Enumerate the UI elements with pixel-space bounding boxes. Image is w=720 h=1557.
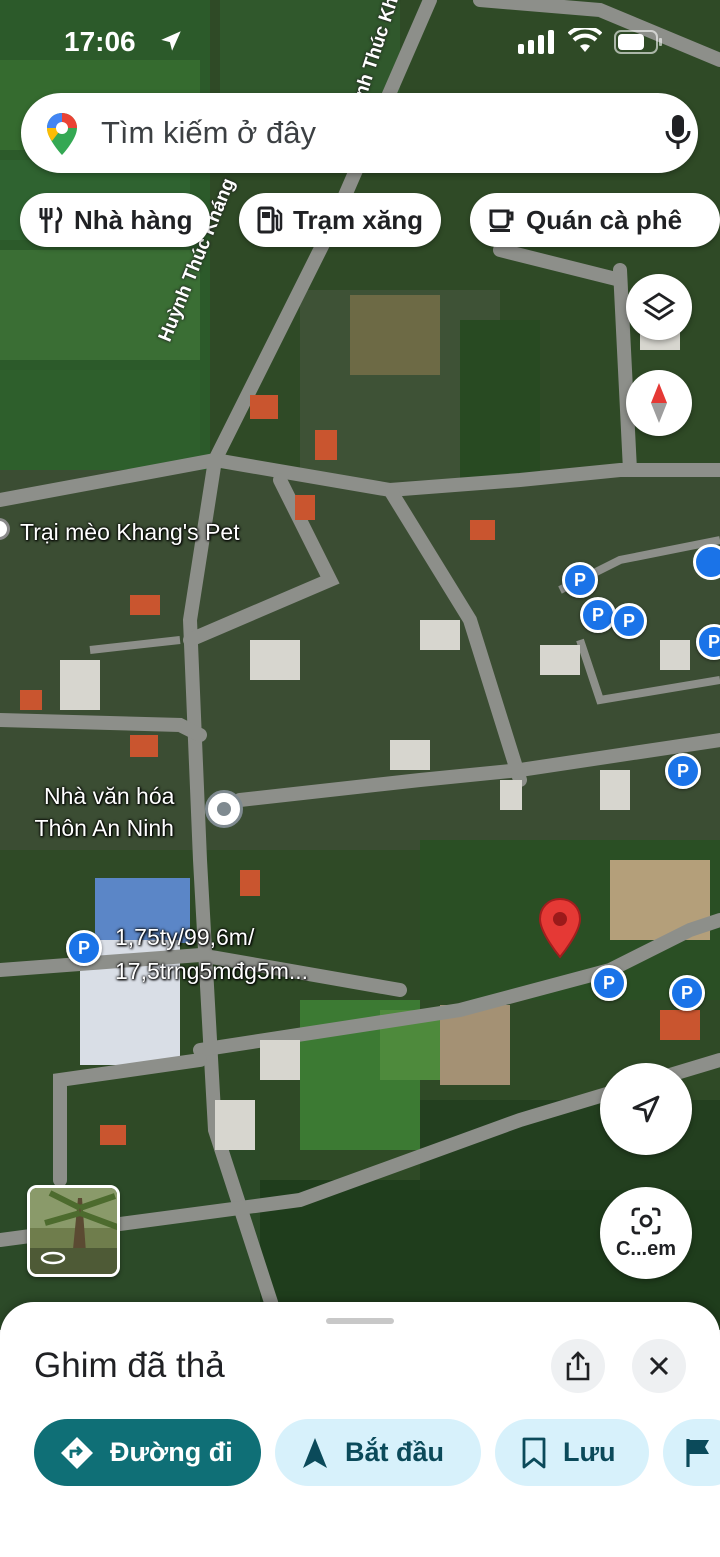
chip-coffee[interactable]: Quán cà phê <box>470 193 720 247</box>
maps-logo-icon <box>47 113 77 155</box>
status-bar: 17:06 <box>0 0 720 86</box>
directions-label: Đường đi <box>110 1437 233 1467</box>
location-arrow-icon <box>161 31 181 51</box>
place-label-line1: Nhà văn hóa <box>44 783 175 809</box>
navigation-arrow-icon <box>632 1095 660 1123</box>
start-button[interactable]: Bắt đầu <box>275 1419 481 1486</box>
camera-lens-icon <box>631 1207 661 1234</box>
bookmark-icon <box>522 1437 546 1468</box>
gas-station-icon <box>257 206 283 234</box>
chip-label: Nhà hàng <box>74 204 193 235</box>
category-chips: Nhà hàng Trạm xăng Quán cà phê <box>0 193 720 249</box>
place-marker-cultural-house[interactable] <box>205 790 243 828</box>
layers-icon <box>642 292 676 321</box>
battery-icon <box>614 30 662 54</box>
compass-icon <box>651 383 667 423</box>
microphone-icon[interactable] <box>663 113 693 153</box>
directions-button[interactable]: Đường đi <box>34 1419 261 1486</box>
dropped-pin-icon[interactable] <box>537 897 583 959</box>
chip-label: Trạm xăng <box>293 204 424 235</box>
coffee-icon <box>489 209 514 232</box>
flag-icon <box>686 1438 709 1467</box>
place-label-line2: 17,5trng5mđg5m... <box>115 958 309 984</box>
my-location-button[interactable] <box>600 1063 692 1155</box>
layers-button[interactable] <box>626 274 692 340</box>
place-label-pet[interactable]: Trại mèo Khang's Pet <box>20 518 240 546</box>
rotate-360-icon <box>40 1251 66 1265</box>
parking-pin[interactable]: P <box>591 965 627 1001</box>
parking-pin[interactable]: P <box>580 597 616 633</box>
compass-button[interactable] <box>626 370 692 436</box>
place-label-line2: Thôn An Ninh <box>34 815 174 841</box>
restaurant-icon <box>39 206 63 233</box>
lens-button[interactable]: C...em <box>600 1187 692 1279</box>
chip-gas-stations[interactable]: Trạm xăng <box>239 193 442 247</box>
parking-pin[interactable]: P <box>665 753 701 789</box>
save-button[interactable]: Lưu <box>495 1419 649 1486</box>
lens-label: C...em <box>615 1237 677 1260</box>
search-bar[interactable]: Tìm kiếm ở đây <box>21 93 698 173</box>
parking-pin[interactable]: P <box>669 975 705 1011</box>
drag-handle[interactable] <box>326 1318 394 1324</box>
search-placeholder: Tìm kiếm ở đây <box>101 115 316 150</box>
place-label-cultural-house[interactable]: Nhà văn hóa Thôn An Ninh <box>34 780 175 844</box>
chip-restaurants[interactable]: Nhà hàng <box>20 193 211 247</box>
navigation-icon <box>303 1437 327 1468</box>
place-label-line1: 1,75ty/99,6m/ <box>115 924 255 950</box>
directions-icon <box>61 1436 93 1469</box>
bottom-sheet[interactable]: Ghim đã thả Đường đi Bắt đầu Lưu <box>0 1302 720 1557</box>
parking-pin[interactable]: P <box>66 930 102 966</box>
close-icon <box>649 1356 669 1376</box>
flag-button[interactable] <box>663 1419 720 1486</box>
parking-pin[interactable]: P <box>611 603 647 639</box>
close-button[interactable] <box>632 1339 686 1393</box>
place-label-listing[interactable]: 1,75ty/99,6m/ 17,5trng5mđg5m... <box>115 920 308 988</box>
start-label: Bắt đầu <box>345 1437 445 1467</box>
sheet-title: Ghim đã thả <box>34 1346 225 1385</box>
share-button[interactable] <box>551 1339 605 1393</box>
wifi-icon <box>568 28 602 52</box>
chip-label: Quán cà phê <box>526 204 683 235</box>
share-icon <box>566 1351 590 1381</box>
parking-pin[interactable]: P <box>562 562 598 598</box>
cellular-signal-icon <box>518 30 554 54</box>
save-label: Lưu <box>563 1437 616 1467</box>
street-view-thumbnail[interactable] <box>27 1185 120 1277</box>
status-time: 17:06 <box>64 26 136 57</box>
